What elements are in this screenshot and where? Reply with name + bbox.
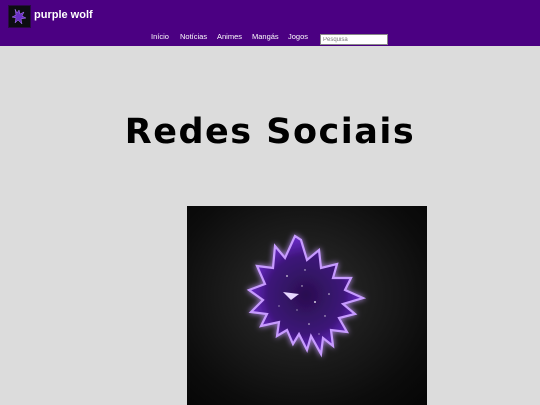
nav-item-inicio[interactable]: Início	[151, 32, 169, 41]
nav-item-mangas[interactable]: Mangás	[252, 32, 279, 41]
search-input[interactable]	[320, 34, 388, 45]
page-title: Redes Sociais	[124, 112, 416, 152]
wolf-logo-icon[interactable]	[8, 5, 31, 28]
nav-item-jogos[interactable]: Jogos	[288, 32, 308, 41]
purple-wolf-image	[187, 206, 427, 405]
brand-name[interactable]: purple wolf	[34, 9, 93, 21]
nav-item-noticias[interactable]: Notícias	[180, 32, 207, 41]
site-header: purple wolf Início Notícias Animes Mangá…	[0, 0, 540, 46]
nav-item-animes[interactable]: Animes	[217, 32, 242, 41]
